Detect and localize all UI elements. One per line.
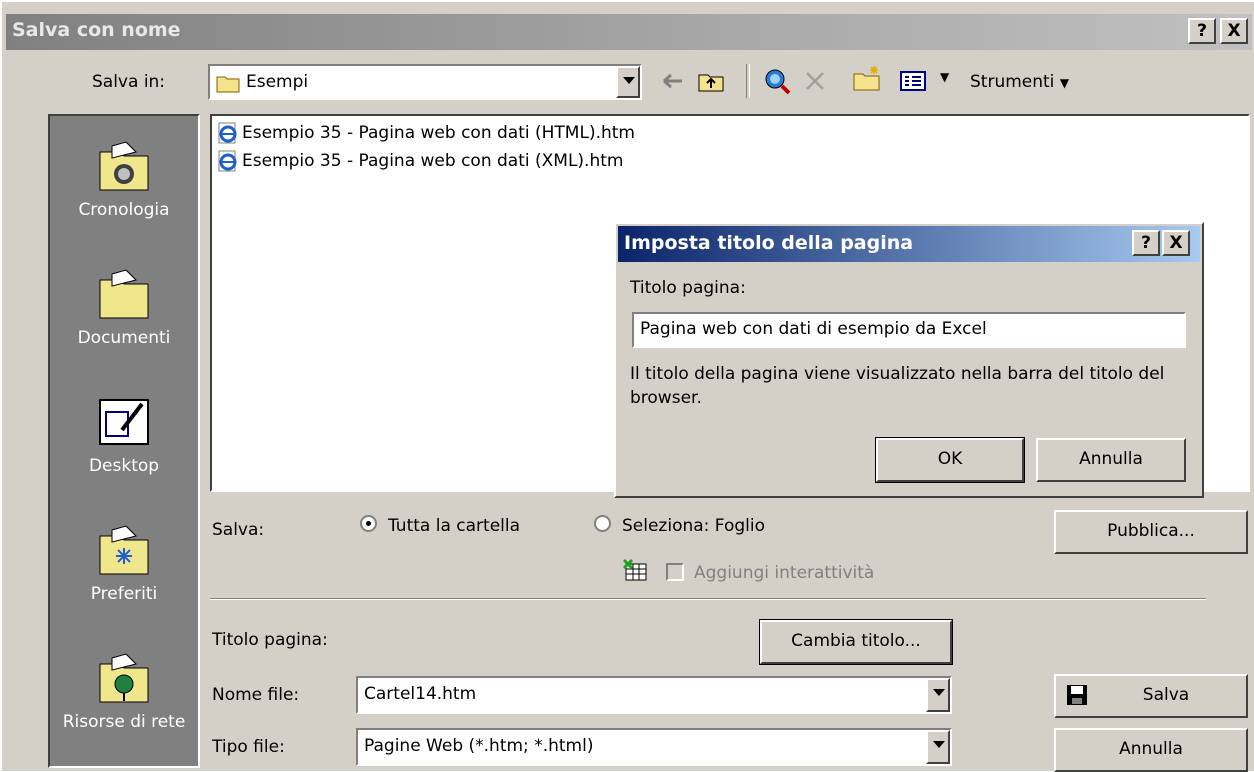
chevron-down-icon[interactable] bbox=[616, 66, 640, 98]
list-item[interactable]: Esempio 35 - Pagina web con dati (HTML).… bbox=[216, 120, 635, 146]
dialog-title: Imposta titolo della pagina bbox=[624, 232, 914, 254]
place-label: Desktop bbox=[88, 456, 160, 476]
save-button[interactable]: Salva bbox=[1054, 674, 1248, 718]
separator bbox=[210, 598, 1206, 600]
page-title-input-value: Pagina web con dati di esempio da Excel bbox=[640, 319, 987, 339]
save-as-window: Salva con nome ? X Salva in: Esempi ▼ St… bbox=[0, 0, 1254, 772]
file-type-label: Tipo file: bbox=[212, 737, 285, 757]
place-label: Risorse di rete bbox=[62, 712, 186, 732]
search-web-icon[interactable] bbox=[762, 66, 792, 96]
file-name: Esempio 35 - Pagina web con dati (XML).h… bbox=[242, 151, 624, 171]
page-title-dialog: Imposta titolo della pagina ? X Titolo p… bbox=[614, 222, 1204, 498]
radio-selection-label[interactable]: Seleziona: Foglio bbox=[622, 516, 765, 536]
save-in-label: Salva in: bbox=[92, 72, 166, 92]
interactivity-checkbox[interactable] bbox=[666, 563, 684, 581]
publish-button[interactable]: Pubblica... bbox=[1054, 510, 1248, 554]
radio-selection[interactable] bbox=[594, 515, 611, 532]
place-favorites[interactable]: Preferiti bbox=[50, 522, 198, 604]
dialog-close-button[interactable]: X bbox=[1162, 230, 1190, 256]
new-folder-icon[interactable] bbox=[852, 64, 882, 94]
tools-menu[interactable]: Strumenti ▼ bbox=[970, 72, 1069, 92]
favorites-icon bbox=[99, 525, 149, 575]
save-in-combo[interactable]: Esempi bbox=[208, 64, 642, 100]
file-name-input[interactable]: Cartel14.htm bbox=[356, 676, 952, 714]
excel-interactive-icon bbox=[622, 558, 647, 581]
dialog-titlebar: Imposta titolo della pagina ? X bbox=[618, 226, 1200, 262]
save-button-label: Salva bbox=[1142, 685, 1190, 705]
place-documents[interactable]: Documenti bbox=[50, 266, 198, 348]
dialog-ok-button[interactable]: OK bbox=[875, 437, 1025, 483]
page-title-input[interactable]: Pagina web con dati di esempio da Excel bbox=[632, 312, 1186, 348]
toolbar-divider bbox=[746, 64, 750, 98]
tools-dropdown-arrow: ▼ bbox=[1059, 76, 1070, 90]
place-history[interactable]: Cronologia bbox=[50, 138, 198, 220]
place-network[interactable]: Risorse di rete bbox=[50, 650, 198, 732]
floppy-icon bbox=[1067, 685, 1087, 705]
place-label: Preferiti bbox=[90, 584, 158, 604]
interactivity-label: Aggiungi interattività bbox=[694, 563, 875, 583]
file-type-value: Pagine Web (*.htm; *.html) bbox=[364, 736, 594, 756]
ie-document-icon bbox=[218, 122, 237, 144]
cancel-button[interactable]: Annulla bbox=[1054, 728, 1248, 772]
window-title: Salva con nome bbox=[12, 19, 181, 41]
file-name: Esempio 35 - Pagina web con dati (HTML).… bbox=[242, 123, 635, 143]
file-name-label: Nome file: bbox=[212, 685, 300, 705]
place-label: Cronologia bbox=[78, 200, 170, 220]
dialog-help-text: Il titolo della pagina viene visualizzat… bbox=[630, 364, 1165, 408]
desktop-icon bbox=[99, 399, 149, 445]
place-desktop[interactable]: Desktop bbox=[50, 394, 198, 476]
save-options-label: Salva: bbox=[212, 520, 265, 540]
folder-icon bbox=[216, 76, 240, 93]
history-icon bbox=[99, 141, 149, 191]
place-label: Documenti bbox=[77, 328, 171, 348]
file-type-select[interactable]: Pagine Web (*.htm; *.html) bbox=[356, 728, 952, 766]
back-arrow-icon[interactable] bbox=[658, 66, 688, 96]
save-in-value: Esempi bbox=[246, 72, 309, 92]
page-title-label: Titolo pagina: bbox=[212, 630, 328, 650]
ie-document-icon bbox=[218, 150, 237, 172]
network-icon bbox=[99, 653, 149, 703]
change-title-button[interactable]: Cambia titolo... bbox=[759, 619, 953, 665]
radio-all-workbook-label[interactable]: Tutta la cartella bbox=[388, 516, 520, 536]
views-icon[interactable] bbox=[898, 66, 928, 96]
delete-icon[interactable] bbox=[800, 66, 830, 96]
chevron-down-icon[interactable] bbox=[926, 730, 950, 764]
my-documents-icon bbox=[99, 269, 149, 319]
dialog-cancel-button[interactable]: Annulla bbox=[1036, 438, 1186, 482]
places-bar: Cronologia Documenti Desktop Preferiti R… bbox=[48, 114, 200, 768]
window-titlebar: Salva con nome ? X bbox=[6, 14, 1252, 50]
chevron-down-icon[interactable] bbox=[926, 678, 950, 712]
tools-menu-label: Strumenti bbox=[970, 72, 1055, 92]
close-button[interactable]: X bbox=[1220, 18, 1248, 44]
dialog-field-label: Titolo pagina: bbox=[630, 278, 746, 298]
list-item[interactable]: Esempio 35 - Pagina web con dati (XML).h… bbox=[216, 148, 623, 174]
file-name-value: Cartel14.htm bbox=[364, 684, 477, 704]
help-button[interactable]: ? bbox=[1188, 18, 1216, 44]
radio-all-workbook[interactable] bbox=[360, 515, 377, 532]
dialog-help-button[interactable]: ? bbox=[1132, 230, 1160, 256]
views-dropdown-arrow[interactable]: ▼ bbox=[940, 70, 949, 84]
up-folder-icon[interactable] bbox=[696, 66, 726, 96]
